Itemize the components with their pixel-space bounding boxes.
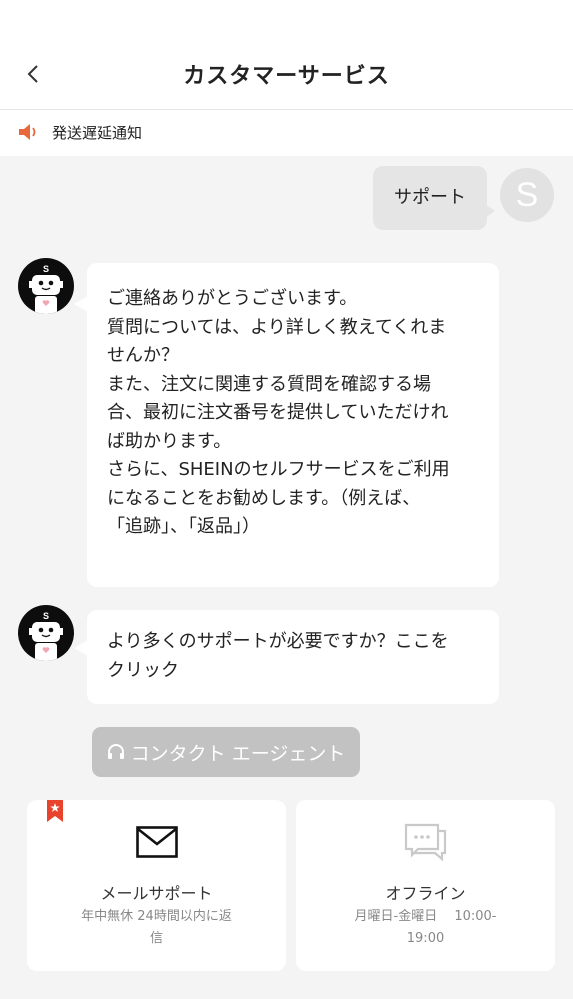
robot-avatar-icon: S [29, 611, 63, 661]
bot-message-line: 合、最初に注文番号を提供していただけれ [107, 402, 449, 423]
robot-avatar-icon: S [29, 264, 63, 314]
bot-bubble-tail [74, 640, 88, 656]
bot-avatar-letter: S [43, 264, 49, 274]
bot-message-line: になることをお勧めします。（例えば、 [107, 487, 421, 509]
email-support-hours-line: 信 [149, 931, 163, 946]
offline-support-hours-line: 月曜日-金曜日 10:00- [354, 909, 497, 924]
email-support-hours: 年中無休 24時間以内に返 信 [27, 906, 286, 950]
notice-text[interactable]: 発送遅延通知 [52, 122, 142, 143]
bot-avatar: S [18, 605, 74, 661]
bot-message-bubble[interactable]: より多くのサポートが必要ですか？ここを クリック [87, 610, 499, 704]
email-support-hours-line: 年中無休 24時間以内に返 [81, 909, 232, 924]
user-message-bubble: サポート [373, 166, 487, 230]
email-support-title: メールサポート [100, 884, 213, 903]
speaker-icon [19, 124, 36, 140]
bot-message-line: せんか？ [107, 345, 179, 366]
offline-support-title: オフライン [385, 884, 466, 903]
bot-message-line: より多くのサポートが必要ですか？ここを [107, 631, 449, 652]
star-bookmark-icon [47, 800, 63, 822]
envelope-icon [136, 826, 178, 858]
top-bar: カスタマーサービス [0, 0, 573, 110]
bot-message-line: ご連絡ありがとうございます。 [107, 288, 358, 309]
bot-message-line: さらに、SHEINのセルフサービスをご利用 [107, 459, 450, 480]
chat-bubble-icon [404, 823, 447, 861]
bot-message-bubble: ご連絡ありがとうございます。 質問については、より詳しく教えてくれま せんか？ … [87, 263, 499, 587]
headset-icon [107, 744, 124, 759]
bot-message-line: 質問については、より詳しく教えてくれま [107, 316, 447, 338]
offline-support-hours: 月曜日-金曜日 10:00- 19:00 [296, 906, 555, 950]
user-avatar: S [500, 168, 554, 222]
contact-agent-button[interactable]: コンタクト エージェント [92, 727, 360, 777]
bot-bubble-tail [74, 296, 88, 312]
bot-message-line: 「追跡」、「返品」） [107, 516, 260, 537]
bot-message-line: クリック [107, 659, 179, 681]
contact-agent-label: コンタクト エージェント [130, 742, 346, 765]
bot-avatar: S [18, 258, 74, 314]
bot-message-line: また、注文に関連する質問を確認する場 [107, 373, 431, 395]
bot-message-line: ば助かります。 [107, 430, 232, 452]
offline-support-hours-line: 19:00 [406, 931, 445, 946]
page-title: カスタマーサービス [183, 64, 390, 89]
bot-avatar-letter: S [43, 611, 49, 621]
user-bubble-tail [485, 204, 495, 218]
